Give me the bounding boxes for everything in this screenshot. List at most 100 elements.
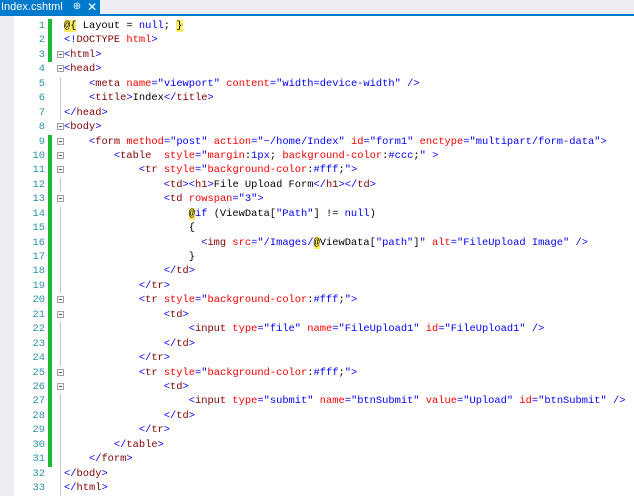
code-line[interactable]: 32 </body> bbox=[14, 466, 634, 482]
code-token: style bbox=[163, 366, 195, 379]
outline-guide bbox=[60, 322, 61, 337]
code-line[interactable]: 11 <tr style="background-color:#fff;"> bbox=[14, 163, 634, 178]
code-line[interactable]: 4 <head> bbox=[14, 62, 634, 76]
code-token: td bbox=[176, 409, 189, 422]
code-token: Index bbox=[132, 92, 164, 105]
code-token: meta bbox=[95, 77, 121, 90]
collapse-icon[interactable] bbox=[57, 123, 64, 131]
collapse-icon[interactable] bbox=[57, 296, 64, 304]
code-token: { bbox=[64, 222, 195, 235]
line-number: 4 bbox=[38, 63, 45, 76]
code-line[interactable]: 6 <title>Index</title> bbox=[14, 91, 634, 106]
code-text: </td> bbox=[64, 337, 195, 351]
code-token: > bbox=[188, 337, 195, 350]
code-line[interactable]: 16 <img src="/Images/@ViewData["path"]" … bbox=[14, 235, 634, 251]
code-token: h1 bbox=[326, 178, 339, 191]
code-line[interactable]: 13 <td rowspan="3"> bbox=[14, 192, 634, 207]
code-token: action bbox=[213, 135, 252, 148]
code-line[interactable]: 27 <input type="submit" name="btnSubmit"… bbox=[14, 394, 634, 409]
code-line[interactable]: 17 } bbox=[14, 250, 634, 265]
outline-guide bbox=[60, 437, 61, 453]
code-text: } bbox=[64, 250, 195, 264]
code-editor[interactable]: 1 @{ Layout = null; } 2 <!DOCTYPE html> 3 <ht… bbox=[14, 16, 634, 496]
line-number: 18 bbox=[32, 265, 45, 278]
code-line[interactable]: 3 <html> bbox=[14, 47, 634, 63]
code-line[interactable]: 18 </td> bbox=[14, 264, 634, 279]
collapse-icon[interactable] bbox=[57, 137, 64, 145]
collapse-icon[interactable] bbox=[57, 195, 64, 203]
code-line[interactable]: 33 </html> bbox=[14, 481, 634, 496]
collapse-icon[interactable] bbox=[57, 65, 64, 73]
change-indicator bbox=[48, 437, 52, 453]
line-number: 32 bbox=[32, 467, 45, 480]
code-text: <form method="post" action="~/home/Index… bbox=[64, 135, 607, 149]
code-token: > bbox=[163, 279, 171, 292]
code-text: <td> bbox=[64, 308, 189, 322]
change-indicator bbox=[48, 322, 52, 337]
code-line[interactable]: 19 </tr> bbox=[14, 278, 634, 294]
code-token: > bbox=[126, 453, 133, 466]
collapse-icon[interactable] bbox=[57, 383, 64, 390]
code-token: > bbox=[182, 381, 189, 393]
code-line[interactable]: 24 </tr> bbox=[14, 351, 634, 366]
code-line[interactable]: 8 <body> bbox=[14, 120, 634, 134]
change-indicator bbox=[48, 221, 52, 236]
code-token: background-color bbox=[207, 164, 308, 177]
code-line[interactable]: 31 </form> bbox=[14, 452, 634, 467]
code-token: if bbox=[194, 207, 208, 220]
code-line[interactable]: 15 { bbox=[14, 221, 634, 236]
code-token: id bbox=[425, 323, 439, 336]
code-line[interactable]: 7 </head> bbox=[14, 105, 634, 121]
code-line[interactable]: 26 <td> bbox=[14, 380, 634, 395]
code-text: <body> bbox=[64, 120, 101, 134]
code-token: type bbox=[232, 323, 258, 336]
line-number: 14 bbox=[32, 207, 45, 220]
code-line[interactable]: 12 <td><h1>File Upload Form</h1></td> bbox=[14, 177, 634, 193]
code-token: </ bbox=[163, 92, 177, 105]
collapse-icon[interactable] bbox=[57, 151, 64, 159]
code-text: <input type="file" name="FileUpload1" id… bbox=[64, 322, 545, 336]
code-token: tr bbox=[145, 294, 158, 307]
code-token: td bbox=[170, 381, 183, 393]
outline-guide bbox=[60, 206, 61, 222]
collapse-icon[interactable] bbox=[57, 310, 64, 318]
code-line[interactable]: 30 </table> bbox=[14, 437, 634, 453]
code-token: name bbox=[319, 395, 345, 408]
code-line[interactable]: 20 <tr style="background-color:#fff;"> bbox=[14, 293, 634, 308]
code-token: > bbox=[182, 308, 189, 321]
code-token: #ccc bbox=[388, 149, 414, 162]
line-number: 16 bbox=[32, 236, 45, 249]
code-line[interactable]: 5 <meta name="viewport" content="width=d… bbox=[14, 76, 634, 92]
tab-index-cshtml[interactable]: Index.cshtml ⊕ ✕ bbox=[0, 0, 100, 14]
code-token: enctype bbox=[419, 135, 464, 148]
code-token: alt bbox=[432, 236, 451, 249]
code-line[interactable]: 14 @if (ViewData["Path"] != null) bbox=[14, 206, 634, 222]
code-token: body bbox=[76, 467, 102, 480]
collapse-icon[interactable] bbox=[57, 368, 64, 376]
code-token: /> bbox=[612, 395, 626, 408]
code-line[interactable]: 23 </td> bbox=[14, 336, 634, 352]
code-line[interactable]: 1 @{ Layout = null; } bbox=[14, 19, 634, 34]
code-line[interactable]: 9 <form method="post" action="~/home/Ind… bbox=[14, 134, 634, 149]
code-line[interactable]: 25 <tr style="background-color:#fff;"> bbox=[14, 365, 634, 380]
code-text: <td> bbox=[64, 380, 189, 394]
code-line[interactable]: 22 <input type="file" name="FileUpload1"… bbox=[14, 322, 634, 337]
code-line[interactable]: 29 </tr> bbox=[14, 423, 634, 438]
code-line[interactable]: 2 <!DOCTYPE html> bbox=[14, 33, 634, 48]
code-line[interactable]: 28 </td> bbox=[14, 408, 634, 424]
code-line[interactable]: 10 <table style="margin:1px; background-… bbox=[14, 148, 634, 164]
collapse-icon[interactable] bbox=[57, 50, 64, 58]
code-token: </ bbox=[64, 106, 77, 119]
code-text: <img src="/Images/@ViewData["path"]" alt… bbox=[64, 236, 588, 250]
collapse-icon[interactable] bbox=[57, 166, 64, 174]
pin-icon[interactable]: ⊕ bbox=[73, 0, 81, 14]
close-icon[interactable]: ✕ bbox=[87, 0, 97, 14]
code-token: tr bbox=[145, 164, 158, 177]
code-token: > bbox=[369, 178, 376, 191]
code-line[interactable]: 21 <td> bbox=[14, 307, 634, 323]
code-token: html bbox=[76, 482, 102, 495]
line-number: 2 bbox=[38, 34, 45, 47]
